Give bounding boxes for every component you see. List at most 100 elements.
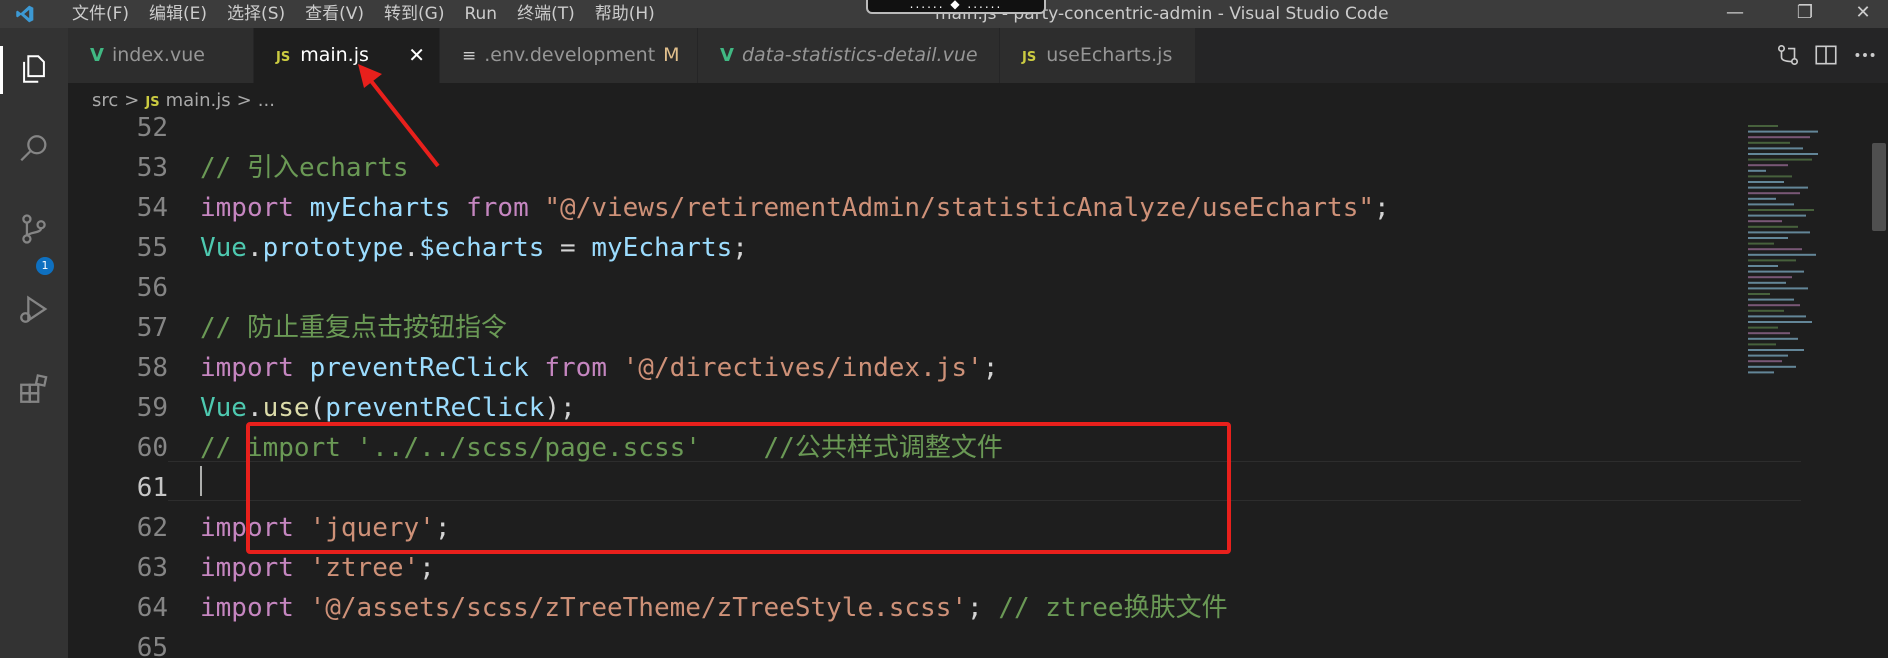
modified-indicator: M (663, 44, 680, 66)
line-number: 56 (136, 273, 168, 303)
menu-go[interactable]: 转到(G) (374, 0, 454, 28)
line-number: 52 (136, 113, 168, 143)
minimap-line (1748, 259, 1796, 262)
code-token: import (200, 353, 294, 383)
extensions-icon[interactable] (17, 372, 51, 406)
vertical-scrollbar[interactable] (1872, 143, 1886, 231)
breadcrumb: src > JS main.js >... (68, 83, 1888, 119)
text-cursor (200, 466, 202, 496)
explorer-icon[interactable] (17, 52, 51, 86)
minimap-line (1748, 175, 1792, 178)
tab-useecharts-js[interactable]: JS useEcharts.js (1000, 28, 1196, 83)
menu-view[interactable]: 查看(V) (295, 0, 374, 28)
js-file-icon: JS (1022, 50, 1037, 65)
search-icon[interactable] (17, 132, 51, 166)
code-line: Vue.prototype.$echarts = myEcharts; (200, 228, 748, 268)
minimap-line (1748, 237, 1788, 239)
editor-tab-bar: Vindex.vue JS main.js ✕ ≡ .env.development… (68, 28, 1888, 83)
close-window-button[interactable]: ✕ (1838, 0, 1888, 28)
more-actions-icon[interactable] (1852, 42, 1878, 68)
minimap-line (1748, 293, 1770, 295)
code-token: preventReClick (293, 353, 545, 383)
breadcrumb-file[interactable]: main.js (166, 90, 231, 111)
minimap-line (1748, 349, 1804, 351)
code-token: import (200, 593, 294, 623)
tab-label: .env.development (484, 44, 656, 66)
minimap-line (1748, 141, 1790, 144)
code-line: import '@/assets/scss/zTreeTheme/zTreeSt… (200, 588, 1228, 628)
split-editor-icon[interactable] (1813, 42, 1839, 68)
vue-file-icon: V (720, 45, 734, 66)
code-token: ; (982, 353, 999, 383)
line-number: 61 (136, 473, 168, 503)
minimap-line (1748, 315, 1806, 318)
minimap-line (1748, 192, 1800, 195)
minimap-line (1748, 265, 1778, 267)
code-line: import 'ztree'; (200, 548, 435, 588)
line-number-gutter: 52 53 54 55 56 57 58 59 60 61 62 63 64 65 (68, 113, 168, 658)
open-changes-icon[interactable] (1775, 42, 1801, 68)
minimap-line (1748, 164, 1788, 167)
code-token: ; (967, 593, 999, 623)
code-token: myEcharts (591, 233, 733, 263)
menu-edit[interactable]: 编辑(E) (139, 0, 217, 28)
minimap-line (1748, 371, 1774, 374)
minimap-line (1748, 309, 1784, 312)
line-number: 59 (136, 393, 168, 423)
tab-index-vue[interactable]: Vindex.vue (68, 28, 254, 83)
tab-label: data-statistics-detail.vue (741, 44, 978, 66)
menu-terminal[interactable]: 终端(T) (507, 0, 585, 28)
minimap-line (1748, 365, 1796, 368)
settings-file-icon: ≡ (462, 46, 477, 66)
minimap-line (1748, 209, 1814, 211)
code-token: ); (544, 393, 576, 423)
minimap-line (1748, 242, 1774, 245)
menu-help[interactable]: 帮助(H) (585, 0, 665, 28)
minimize-button[interactable]: — (1710, 0, 1760, 28)
code-token: prototype (262, 233, 404, 263)
minimap-line (1748, 287, 1808, 290)
line-number: 62 (136, 513, 168, 543)
minimap-line (1748, 304, 1800, 307)
breadcrumb-symbol[interactable]: ... (258, 90, 275, 111)
minimap-line (1748, 125, 1778, 127)
code-line: import preventReClick from '@/directives… (200, 348, 998, 388)
minimap[interactable] (1740, 119, 1888, 658)
tab-env-development[interactable]: ≡ .env.development M (440, 28, 698, 83)
code-line: import myEcharts from "@/views/retiremen… (200, 188, 1390, 228)
code-token: ( (309, 393, 326, 423)
minimap-line (1748, 354, 1788, 357)
vscode-logo-icon (16, 5, 34, 23)
code-editor[interactable]: 52 53 54 55 56 57 58 59 60 61 62 63 64 65 // 引入echart… (68, 113, 1888, 658)
line-number: 65 (136, 633, 168, 658)
source-control-icon[interactable] (17, 212, 51, 246)
code-token: '@/assets/scss/zTreeTheme/zTreeStyle.scs… (309, 593, 968, 623)
code-token: from (544, 353, 607, 383)
annotation-highlight-box (246, 422, 1231, 554)
line-number: 64 (136, 593, 168, 623)
menu-selection[interactable]: 选择(S) (217, 0, 295, 28)
menu-file[interactable]: 文件(F) (62, 0, 139, 28)
code-token: . (403, 233, 420, 263)
minimap-line (1748, 248, 1802, 251)
minimap-line (1748, 298, 1794, 301)
minimap-line (1748, 153, 1818, 155)
menu-run[interactable]: Run (454, 0, 507, 28)
minimap-line (1748, 276, 1792, 279)
minimap-line (1748, 203, 1794, 206)
code-line: // 防止重复点击按钮指令 (200, 308, 507, 348)
line-number: 58 (136, 353, 168, 383)
code-token: // ztree换肤文件 (998, 593, 1228, 623)
code-token: // 防止重复点击按钮指令 (200, 313, 507, 343)
restore-button[interactable]: ❐ (1780, 0, 1830, 28)
tab-data-statistics-detail-vue[interactable]: Vdata-statistics-detail.vue (698, 28, 1000, 83)
code-area[interactable]: // 引入echarts import myEcharts from "@/vie… (200, 119, 1790, 658)
code-token: preventReClick (325, 393, 545, 423)
code-token: import (200, 553, 294, 583)
code-token: = (544, 233, 592, 263)
run-debug-icon[interactable] (17, 292, 51, 326)
minimap-line (1748, 326, 1778, 329)
code-token: Vue (200, 233, 247, 263)
minimap-line (1748, 186, 1808, 189)
